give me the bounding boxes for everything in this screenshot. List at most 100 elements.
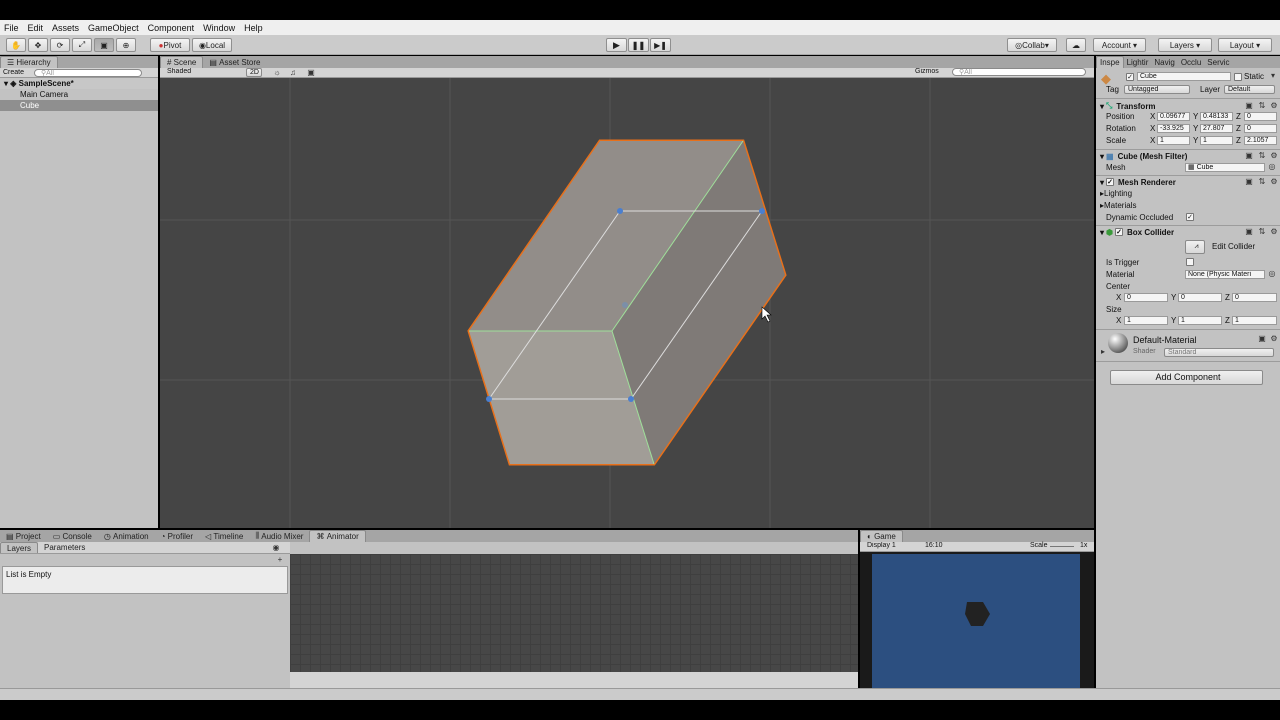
2d-toggle[interactable]: 2D — [246, 68, 262, 77]
hand-tool-button[interactable]: ✋ — [6, 38, 26, 52]
collider-handle[interactable] — [486, 396, 492, 402]
menu-gameobject[interactable]: GameObject — [88, 23, 139, 33]
object-picker-icon[interactable]: ◎ — [1268, 270, 1276, 278]
local-toggle[interactable]: ◉ Local — [192, 38, 232, 52]
rotate-tool-button[interactable]: ⟳ — [50, 38, 70, 52]
tab-game[interactable]: ◐ Game — [860, 530, 903, 542]
preset-icon[interactable]: ⇅ — [1258, 178, 1266, 186]
scale-slider[interactable] — [1050, 546, 1074, 547]
collapsed-arrow-icon[interactable]: ▸ — [1099, 348, 1107, 356]
transform-tool-button[interactable]: ⊕ — [116, 38, 136, 52]
help-icon[interactable]: ▣ — [1245, 102, 1253, 110]
tab-asset-store[interactable]: ▤ Asset Store — [203, 56, 266, 68]
active-checkbox[interactable]: ✓ — [1126, 73, 1134, 81]
scene-root-row[interactable]: ▾ ◈ SampleScene* — [0, 78, 158, 89]
help-icon[interactable]: ▣ — [1258, 335, 1266, 343]
account-dropdown[interactable]: Account ▾ — [1093, 38, 1146, 52]
scale-y-field[interactable]: 1 — [1200, 136, 1233, 145]
tab-navigation[interactable]: Navig — [1151, 56, 1177, 68]
tab-audio-mixer[interactable]: ⫼ Audio Mixer — [249, 530, 309, 542]
size-y-field[interactable]: 1 — [1178, 316, 1222, 325]
menu-window[interactable]: Window — [203, 23, 235, 33]
add-layer-icon[interactable]: + — [276, 556, 284, 564]
mesh-renderer-enabled-checkbox[interactable]: ✓ — [1106, 178, 1115, 186]
rect-tool-button[interactable]: ▣ — [94, 38, 114, 52]
gizmos-dropdown[interactable]: Gizmos — [912, 68, 946, 77]
tab-scene[interactable]: # Scene — [160, 56, 204, 68]
tab-inspector[interactable]: Inspe — [1096, 56, 1124, 68]
animator-graph-canvas[interactable] — [290, 554, 858, 672]
tab-lighting[interactable]: Lightir — [1124, 56, 1152, 68]
tab-occlusion[interactable]: Occlu — [1178, 56, 1204, 68]
hierarchy-item-main-camera[interactable]: Main Camera — [0, 89, 158, 100]
static-checkbox[interactable] — [1234, 73, 1242, 81]
rotation-y-field[interactable]: 27.807 — [1200, 124, 1233, 133]
gear-icon[interactable]: ⚙ — [1270, 152, 1278, 160]
pause-button[interactable]: ❚❚ — [628, 38, 649, 52]
help-icon[interactable]: ▣ — [1245, 152, 1253, 160]
mesh-field[interactable]: ▦ Cube — [1185, 163, 1265, 172]
selected-cube[interactable] — [467, 139, 787, 466]
collider-handle[interactable] — [617, 208, 623, 214]
rotation-z-field[interactable]: 0 — [1244, 124, 1277, 133]
collider-handle[interactable] — [628, 396, 634, 402]
help-icon[interactable]: ▣ — [1245, 178, 1253, 186]
audio-icon[interactable]: ♫ — [289, 69, 297, 77]
object-name-field[interactable]: Cube — [1137, 72, 1231, 81]
effects-icon[interactable]: ▣ — [307, 69, 315, 77]
collab-dropdown[interactable]: ◎ Collab ▾ — [1007, 38, 1057, 52]
scale-z-field[interactable]: 2.1057 — [1244, 136, 1277, 145]
collider-center-handle[interactable] — [622, 302, 628, 308]
subtab-layers[interactable]: Layers — [0, 542, 39, 553]
preset-icon[interactable]: ⇅ — [1258, 152, 1266, 160]
dynamic-occluded-checkbox[interactable]: ✓ — [1186, 213, 1194, 221]
scale-tool-button[interactable]: ⤢ — [72, 38, 92, 52]
position-x-field[interactable]: 0.09677 — [1157, 112, 1190, 121]
size-z-field[interactable]: 1 — [1232, 316, 1277, 325]
object-picker-icon[interactable]: ◎ — [1268, 163, 1276, 171]
tab-services[interactable]: Servic — [1204, 56, 1232, 68]
subtab-parameters[interactable]: Parameters — [38, 542, 91, 553]
lighting-foldout[interactable]: ▸Lighting — [1100, 189, 1132, 198]
layout-dropdown[interactable]: Layout ▾ — [1218, 38, 1272, 52]
move-tool-button[interactable]: ✥ — [28, 38, 48, 52]
lighting-icon[interactable]: ☼ — [273, 69, 281, 77]
aspect-dropdown[interactable]: 16:10 — [922, 542, 1026, 551]
scene-viewport[interactable] — [160, 78, 1094, 528]
hierarchy-item-cube[interactable]: Cube — [0, 100, 158, 111]
gear-icon[interactable]: ⚙ — [1270, 335, 1278, 343]
gear-icon[interactable]: ⚙ — [1270, 228, 1278, 236]
position-y-field[interactable]: 0.48133 — [1200, 112, 1233, 121]
layers-dropdown[interactable]: Layers ▾ — [1158, 38, 1212, 52]
display-dropdown[interactable]: Display 1 — [864, 542, 912, 551]
size-x-field[interactable]: 1 — [1124, 316, 1168, 325]
center-y-field[interactable]: 0 — [1178, 293, 1222, 302]
tab-hierarchy[interactable]: ☰ Hierarchy — [0, 56, 58, 68]
rotation-x-field[interactable]: -33.925 — [1157, 124, 1190, 133]
game-view-render[interactable] — [872, 554, 1080, 688]
step-button[interactable]: ▶❚ — [650, 38, 671, 52]
cloud-button[interactable]: ☁ — [1066, 38, 1086, 52]
menu-component[interactable]: Component — [148, 23, 195, 33]
hierarchy-search[interactable]: ⚲All — [34, 68, 143, 77]
tab-profiler[interactable]: ◔ Profiler — [155, 530, 199, 542]
scene-search[interactable]: ⚲All — [952, 68, 1086, 76]
play-button[interactable]: ▶ — [606, 38, 627, 52]
center-x-field[interactable]: 0 — [1124, 293, 1168, 302]
tab-project[interactable]: ▤ Project — [0, 530, 47, 542]
add-component-button[interactable]: Add Component — [1110, 370, 1263, 385]
tab-console[interactable]: ▭ Console — [47, 530, 98, 542]
menu-help[interactable]: Help — [244, 23, 263, 33]
tab-animation[interactable]: ◷ Animation — [98, 530, 155, 542]
scale-x-field[interactable]: 1 — [1157, 136, 1190, 145]
edit-collider-button[interactable]: ⩘ — [1185, 240, 1205, 254]
tag-dropdown[interactable]: Untagged — [1124, 85, 1190, 94]
gear-icon[interactable]: ⚙ — [1270, 178, 1278, 186]
help-icon[interactable]: ▣ — [1245, 228, 1253, 236]
position-z-field[interactable]: 0 — [1244, 112, 1277, 121]
physic-material-field[interactable]: None (Physic Materi — [1185, 270, 1265, 279]
preset-icon[interactable]: ⇅ — [1258, 102, 1266, 110]
tab-animator[interactable]: ⌘ Animator — [309, 530, 366, 542]
gear-icon[interactable]: ⚙ — [1270, 102, 1278, 110]
center-z-field[interactable]: 0 — [1232, 293, 1277, 302]
